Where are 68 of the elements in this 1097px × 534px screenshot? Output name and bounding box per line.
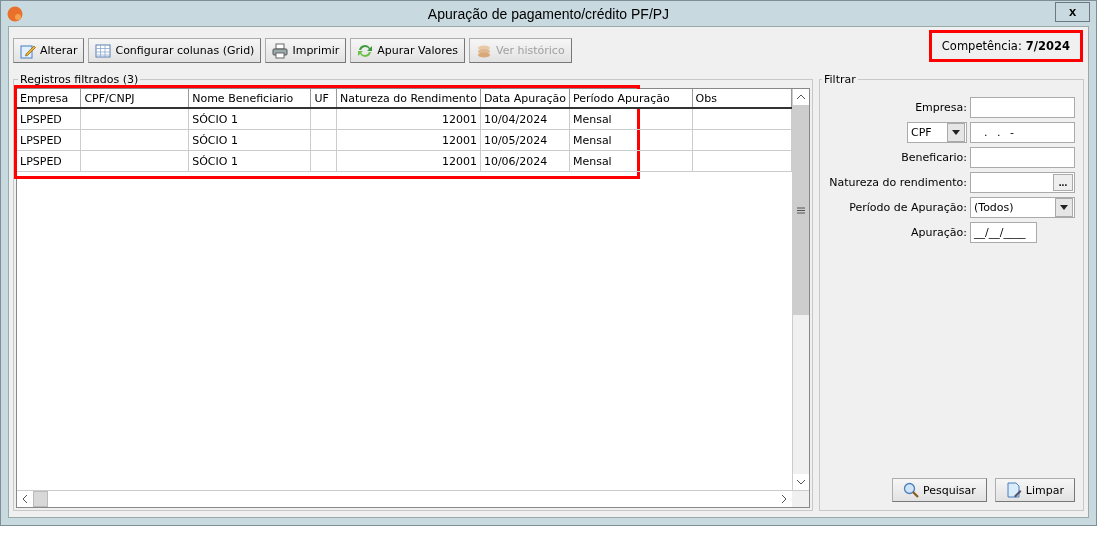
scroll-down-icon[interactable] — [793, 474, 809, 490]
table-cell: 10/06/2024 — [480, 150, 570, 172]
group-title: Filtrar — [823, 73, 857, 86]
column-header[interactable]: UF — [310, 89, 337, 108]
table-cell: 12001 — [336, 150, 481, 172]
table-cell: 10/05/2024 — [480, 129, 570, 151]
competencia-label: Competência: — [941, 39, 1022, 53]
document-type-select[interactable]: CPF — [907, 121, 967, 143]
column-header[interactable]: Obs — [692, 89, 792, 108]
search-icon — [903, 482, 920, 498]
table-icon — [95, 42, 112, 59]
table-cell: 12001 — [336, 129, 481, 151]
field-label: Apuração: — [911, 225, 967, 239]
scrollbar-corner — [792, 491, 809, 507]
printer-icon — [272, 42, 289, 59]
date-input-field[interactable]: __/__/____ — [970, 221, 1037, 243]
table-cell — [310, 108, 337, 130]
document-eraser-icon — [1005, 482, 1022, 498]
table-cell: Mensal — [569, 150, 693, 172]
caret-icon — [952, 129, 960, 135]
column-header[interactable]: Nome Beneficiario — [188, 89, 311, 108]
table-cell: SÓCIO 1 — [188, 129, 311, 151]
cpf-input-field[interactable]: . . - — [970, 121, 1075, 143]
competencia-value: 7/2024 — [1025, 39, 1070, 53]
column-header[interactable]: Período Apuração — [569, 89, 693, 108]
column-header[interactable]: Natureza do Rendimento — [336, 89, 481, 108]
vertical-scrollbar[interactable] — [792, 89, 809, 490]
table-cell: 12001 — [336, 108, 481, 130]
field-label: Natureza do rendimento: — [829, 175, 967, 189]
column-header[interactable]: Empresa — [17, 89, 81, 108]
field-label: Período de Apuração: — [849, 200, 967, 214]
table-cell: LPSPED — [17, 129, 81, 151]
scroll-thumb[interactable] — [33, 491, 48, 507]
window-title: Apuração de pagamento/crédito PF/PJ — [426, 5, 671, 22]
input-field[interactable] — [970, 96, 1075, 118]
caret-icon — [1060, 204, 1068, 210]
filter-button[interactable]: Pesquisar — [892, 478, 987, 502]
table-cell: Mensal — [569, 108, 693, 130]
lookup-field[interactable]: ... — [970, 171, 1075, 193]
toolbar-button[interactable]: Apurar Valores — [350, 38, 465, 63]
input-field[interactable] — [970, 146, 1075, 168]
horizontal-scrollbar[interactable] — [17, 490, 809, 507]
table-cell: SÓCIO 1 — [188, 108, 311, 130]
lookup-button[interactable]: ... — [1053, 173, 1073, 191]
scroll-up-icon[interactable] — [793, 89, 809, 105]
filter-button[interactable]: Limpar — [994, 478, 1075, 502]
table-cell: SÓCIO 1 — [188, 150, 311, 172]
toolbar-button[interactable]: Configurar colunas (Grid) — [88, 38, 262, 63]
table-cell: LPSPED — [17, 150, 81, 172]
table-cell — [310, 150, 337, 172]
table-cell: Mensal — [569, 129, 693, 151]
field-label: Beneficario: — [901, 150, 967, 164]
scroll-thumb[interactable] — [793, 105, 809, 315]
toolbar-button[interactable]: Imprimir — [265, 38, 347, 63]
pencil-icon — [20, 42, 36, 59]
table-cell: LPSPED — [17, 108, 81, 130]
period-select[interactable]: (Todos) — [970, 196, 1075, 218]
field-label: Empresa: — [915, 100, 967, 114]
table-cell: 10/04/2024 — [480, 108, 570, 130]
close-button[interactable]: x — [1055, 1, 1090, 22]
table-cell — [310, 129, 337, 151]
toolbar-button[interactable]: Alterar — [13, 38, 85, 63]
app-logo-icon — [7, 5, 23, 22]
column-header[interactable]: Data Apuração — [480, 89, 570, 108]
column-header[interactable]: CPF/CNPJ — [80, 89, 189, 108]
group-title: Registros filtrados (3) — [19, 73, 140, 86]
grip-icon — [797, 206, 805, 214]
refresh-icon — [357, 42, 374, 59]
